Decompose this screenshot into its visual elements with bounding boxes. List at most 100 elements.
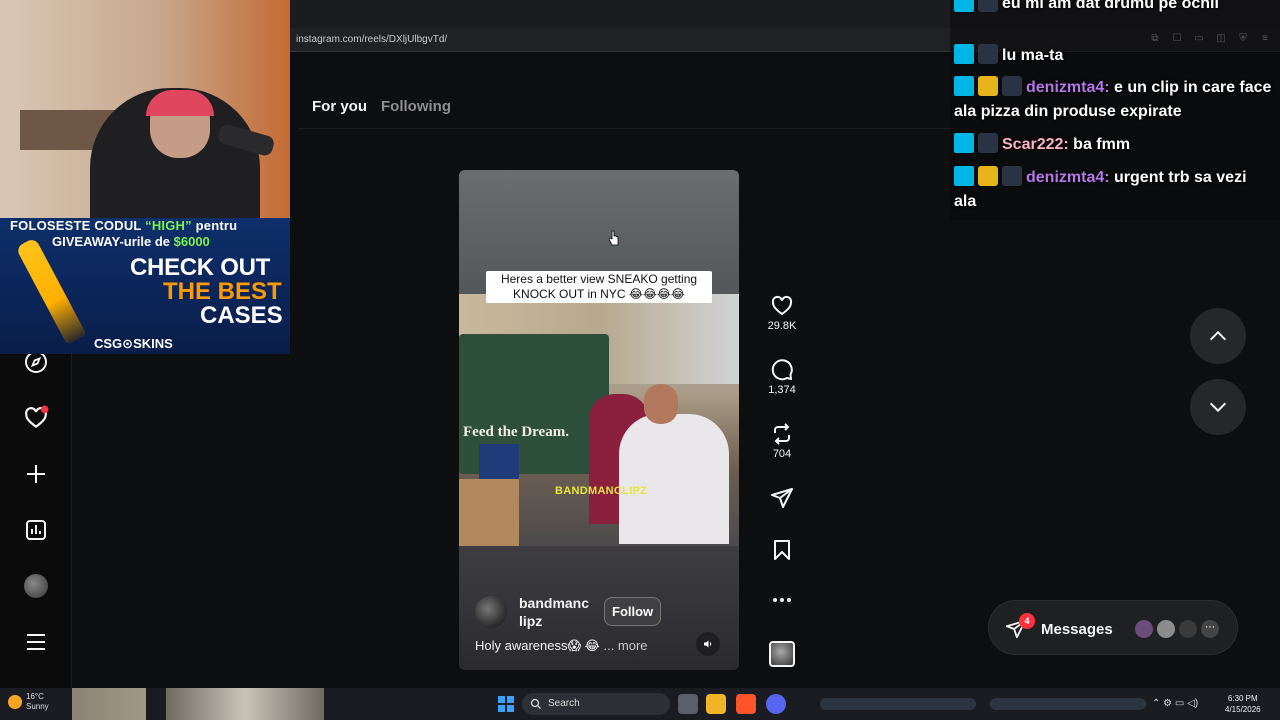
promo-cta-3: CASES — [200, 302, 283, 329]
chat-username: Scar222: — [1002, 136, 1069, 153]
tab-for-you[interactable]: For you — [312, 98, 367, 115]
reel-caption-text: Holy awareness😱 😂 — [475, 638, 600, 653]
chat-username: denizmta4: — [1026, 169, 1110, 186]
share-action[interactable] — [760, 486, 804, 510]
moderator-badge-icon — [954, 76, 974, 96]
repost-icon[interactable] — [769, 422, 795, 446]
tab-following[interactable]: Following — [381, 98, 451, 115]
chat-text: lu ma-ta — [1002, 47, 1064, 64]
chevron-down-icon — [1209, 402, 1227, 413]
chevron-up-icon — [1209, 330, 1227, 341]
insights-icon[interactable] — [22, 516, 50, 544]
knife-graphic — [15, 237, 87, 345]
previous-reel-button[interactable] — [1190, 308, 1246, 364]
repost-count: 704 — [772, 448, 792, 460]
avatar — [1177, 618, 1199, 640]
comment-action[interactable]: 1,374 — [760, 358, 804, 396]
promo-amount: $6000 — [173, 234, 210, 249]
task-view-icon[interactable] — [678, 694, 698, 714]
weather-widget[interactable]: 16°C Sunny — [8, 692, 49, 712]
tabs-divider — [298, 128, 958, 129]
temperature: 16°C — [26, 692, 44, 701]
promo-line1-prefix: FOLOSESTE CODUL — [10, 218, 146, 233]
reel-caption-overlay: Heres a better view SNEAKO getting KNOCK… — [486, 271, 712, 303]
like-count: 29.8K — [767, 320, 797, 332]
taskbar-window-button[interactable] — [820, 698, 976, 710]
hand-cursor-icon — [609, 230, 619, 246]
create-icon[interactable] — [22, 460, 50, 488]
system-tray[interactable]: ⌃ ⚙ ▭ ◁) — [1152, 698, 1198, 709]
stream-chat: eu mi am dat drumu pe ochii lu ma-ta den… — [950, 0, 1280, 220]
chat-username: denizmta4: — [1026, 79, 1110, 96]
audio-thumbnail[interactable] — [760, 641, 804, 667]
chat-text: ba fmm — [1073, 136, 1131, 153]
messages-label: Messages — [1041, 621, 1113, 638]
sound-toggle-button[interactable] — [696, 632, 720, 656]
menu-icon[interactable] — [22, 628, 50, 656]
search-icon — [530, 698, 541, 709]
subscriber-badge-icon — [978, 44, 998, 64]
repost-action[interactable]: 704 — [760, 422, 804, 460]
reel-info-panel: bandmanc lipz Follow Holy awareness😱 😂 .… — [459, 546, 739, 670]
follow-button[interactable]: Follow — [604, 597, 662, 626]
save-action[interactable] — [760, 538, 804, 562]
like-action[interactable]: 29.8K — [760, 294, 804, 332]
moderator-badge-icon — [954, 133, 974, 153]
author-avatar[interactable] — [475, 596, 507, 628]
reel-caption: Holy awareness😱 😂 ... more — [475, 638, 648, 654]
start-button[interactable] — [498, 696, 514, 712]
streamer-webcam — [0, 0, 290, 218]
chat-text: eu mi am dat drumu pe ochii — [1002, 0, 1219, 12]
profile-avatar[interactable] — [22, 572, 50, 600]
file-explorer-icon[interactable] — [706, 694, 726, 714]
comment-icon[interactable] — [769, 358, 795, 382]
reel-video-frame: Feed the Dream. — [459, 294, 739, 546]
feed-tabs: For you Following — [312, 98, 451, 115]
avatar — [1155, 618, 1177, 640]
clock[interactable]: 6:30 PM 4/15/2026 — [1225, 693, 1261, 715]
promo-code: “HIGH” — [145, 218, 192, 233]
taskbar-window-button[interactable] — [990, 698, 1146, 710]
heart-icon[interactable] — [769, 294, 795, 318]
messages-button[interactable]: 4 Messages ⋯ — [988, 600, 1238, 655]
promo-line2-prefix: GIVEAWAY-urile de — [52, 234, 174, 249]
more-options[interactable] — [760, 590, 804, 610]
taskbar-search[interactable]: Search — [522, 693, 670, 715]
weather-text: 16°C Sunny — [26, 692, 49, 712]
author-name[interactable]: bandmanc lipz — [519, 594, 599, 630]
more-link[interactable]: ... more — [603, 638, 647, 653]
moderator-badge-icon — [954, 166, 974, 186]
clock-time: 6:30 PM — [1227, 694, 1258, 703]
subscriber-badge-icon — [1002, 166, 1022, 186]
discord-icon[interactable] — [766, 694, 786, 714]
sun-icon — [8, 695, 22, 709]
more-options-icon[interactable] — [770, 590, 794, 610]
next-reel-button[interactable] — [1190, 379, 1246, 435]
subscriber-badge-icon — [978, 0, 998, 12]
chat-message: lu ma-ta — [954, 44, 1272, 68]
window-thumbnail[interactable] — [166, 688, 324, 720]
subscriber-badge-icon — [1002, 76, 1022, 96]
share-icon[interactable] — [769, 486, 795, 510]
reel-watermark: BANDMANCLIPZ — [555, 485, 648, 497]
window-thumbnail[interactable] — [72, 688, 146, 720]
crown-badge-icon — [978, 166, 998, 186]
crown-badge-icon — [978, 76, 998, 96]
notifications-heart-icon[interactable] — [22, 404, 50, 432]
bookmark-icon[interactable] — [770, 538, 794, 562]
promo-line-1: FOLOSESTE CODUL “HIGH” pentru — [10, 218, 237, 233]
url-text[interactable]: instagram.com/reels/DXljUlbgvTd/ — [296, 34, 447, 45]
reel-video[interactable]: Feed the Dream. Heres a better view SNEA… — [459, 170, 739, 670]
promo-line1-suffix: pentru — [191, 218, 238, 233]
taskbar: 16°C Sunny Search ⌃ ⚙ ▭ ◁) 6:30 PM 4/15/… — [0, 688, 1280, 720]
clock-date: 4/15/2026 — [1225, 705, 1261, 714]
audio-track-icon[interactable] — [769, 641, 795, 667]
subscriber-badge-icon — [978, 133, 998, 153]
moderator-badge-icon — [954, 44, 974, 64]
chat-message: eu mi am dat drumu pe ochii — [954, 0, 1272, 16]
moderator-badge-icon — [954, 0, 974, 12]
chat-message: Scar222: ba fmm — [954, 133, 1272, 157]
promo-line-2: GIVEAWAY-urile de $6000 — [52, 234, 210, 249]
more-avatars-icon: ⋯ — [1199, 618, 1221, 640]
brave-browser-icon[interactable] — [736, 694, 756, 714]
